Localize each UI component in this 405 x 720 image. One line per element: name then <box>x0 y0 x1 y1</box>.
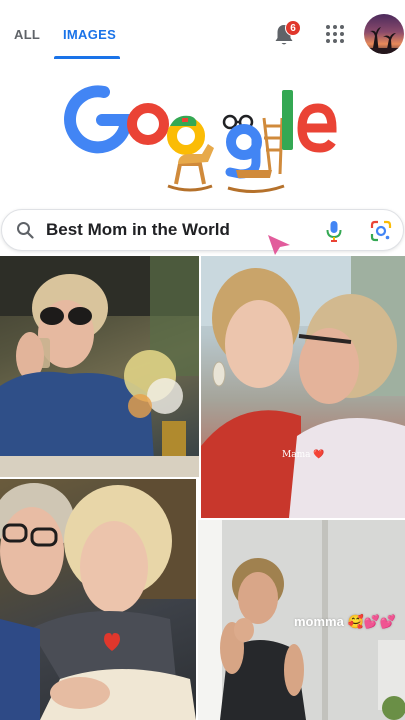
photo-mother-drinking-coffee <box>0 256 199 477</box>
top-bar: ALL IMAGES 6 <box>0 0 405 62</box>
tab-images[interactable]: IMAGES <box>63 27 116 42</box>
caption-momma: momma 🥰💕💕 <box>294 614 397 629</box>
image-result-mother-and-daughter-selfie[interactable] <box>0 479 196 720</box>
photo-mother-and-daughter-selfie <box>0 479 196 720</box>
pointer-cursor-icon <box>268 235 290 255</box>
google-lens-icon[interactable] <box>370 220 392 242</box>
tab-all[interactable]: ALL <box>14 27 40 42</box>
caption-mama: Mama ❤️ <box>282 450 325 460</box>
search-query[interactable]: Best Mom in the World <box>46 220 230 240</box>
notification-badge[interactable]: 6 <box>285 20 301 36</box>
image-result-mother-kissing-daughter[interactable] <box>201 256 405 518</box>
photo-mother-kissing-daughter <box>201 256 405 518</box>
mic-icon[interactable] <box>324 219 344 243</box>
avatar[interactable] <box>364 14 404 54</box>
apps-grid-icon[interactable] <box>326 25 346 45</box>
google-doodle-logo[interactable] <box>60 78 350 198</box>
search-bar[interactable]: Best Mom in the World <box>1 209 404 251</box>
image-result-mother-drinking-coffee[interactable] <box>0 256 199 477</box>
active-tab-indicator <box>54 56 120 59</box>
search-icon[interactable] <box>16 221 34 239</box>
